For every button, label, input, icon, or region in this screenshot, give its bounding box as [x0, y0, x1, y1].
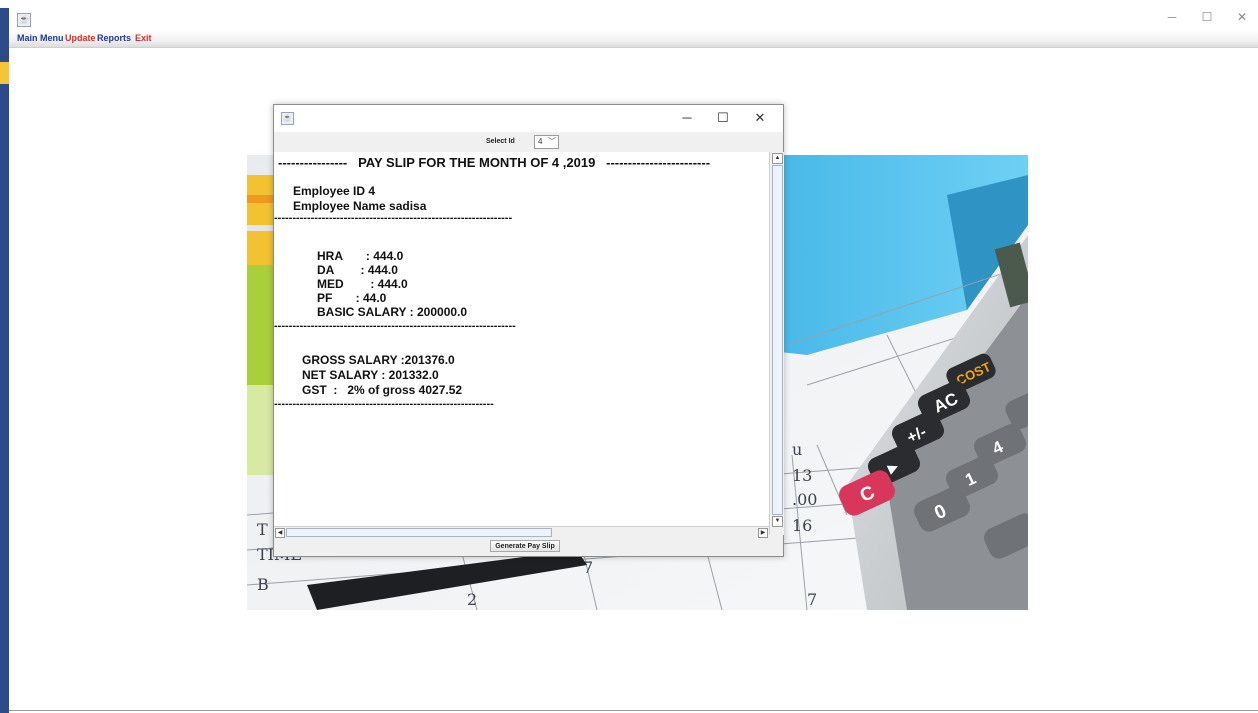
menu-exit[interactable]: Exit — [135, 33, 152, 43]
minimize-icon[interactable]: ─ — [1165, 10, 1179, 24]
hra-text: HRA : 444.0 — [317, 249, 404, 263]
maximize-icon[interactable]: ☐ — [1200, 10, 1214, 24]
separator-line: ----------------------------------------… — [274, 212, 513, 224]
net-salary-text: NET SALARY : 201332.0 — [302, 368, 439, 382]
svg-text:u: u — [792, 440, 802, 459]
horizontal-scrollbar[interactable]: ◀ ▶ — [274, 526, 769, 538]
svg-text:13: 13 — [792, 466, 812, 485]
menu-main-menu[interactable]: Main Menu — [17, 33, 64, 43]
menu-update[interactable]: Update — [65, 33, 96, 43]
vertical-scrollbar[interactable]: ▲ ▼ — [769, 152, 784, 535]
select-id-value: 4 — [538, 137, 543, 146]
close-icon[interactable]: ✕ — [1235, 10, 1249, 24]
java-app-icon: ☕ — [281, 112, 294, 125]
main-titlebar: ☕ ─ ☐ ✕ — [0, 0, 1258, 30]
close-icon[interactable]: ✕ — [752, 110, 768, 126]
scroll-right-icon[interactable]: ▶ — [758, 528, 768, 538]
employee-name-text: Employee Name sadisa — [293, 199, 427, 213]
dialog-titlebar: ☕ ─ ☐ ✕ — [274, 105, 783, 132]
svg-text:.00: .00 — [792, 490, 817, 509]
svg-text:T: T — [257, 520, 268, 539]
scroll-down-icon[interactable]: ▼ — [772, 516, 783, 527]
employee-id-text: Employee ID 4 — [293, 184, 376, 198]
generate-pay-slip-button[interactable]: Generate Pay Slip — [490, 540, 560, 552]
scroll-up-icon[interactable]: ▲ — [772, 153, 783, 164]
svg-text:7: 7 — [807, 590, 817, 609]
window-bottom-border — [9, 710, 1258, 711]
svg-text:B: B — [257, 575, 269, 594]
chevron-down-icon: ﹀ — [548, 137, 556, 146]
java-app-icon: ☕ — [17, 13, 31, 27]
separator-line: ----------------------------------------… — [274, 320, 516, 332]
vertical-scroll-thumb[interactable] — [772, 165, 783, 515]
select-id-label: Select Id — [486, 138, 515, 145]
select-id-row: Select Id 4 ﹀ — [274, 132, 783, 152]
separator-line: ----------------------------------------… — [274, 398, 494, 410]
gst-text: GST : 2% of gross 4027.52 — [302, 383, 463, 397]
menu-bar: Main Menu Update Reports Exit — [9, 30, 1258, 48]
maximize-icon[interactable]: ☐ — [715, 110, 731, 126]
menu-reports[interactable]: Reports — [97, 33, 131, 43]
pay-slip-heading: ---------------- PAY SLIP FOR THE MONTH … — [278, 155, 711, 170]
left-accent-marker — [0, 62, 9, 84]
scroll-left-icon[interactable]: ◀ — [275, 528, 285, 538]
minimize-icon[interactable]: ─ — [679, 110, 695, 125]
med-text: MED : 444.0 — [317, 277, 408, 291]
gross-salary-text: GROSS SALARY :201376.0 — [302, 353, 455, 367]
left-accent-bar — [0, 8, 9, 713]
svg-text:16: 16 — [792, 516, 812, 535]
pay-slip-dialog: ☕ ─ ☐ ✕ Select Id 4 ﹀ ---------------- P… — [273, 104, 784, 557]
pay-slip-text-area[interactable]: ---------------- PAY SLIP FOR THE MONTH … — [274, 152, 769, 526]
svg-text:2: 2 — [467, 590, 477, 609]
pf-text: PF : 44.0 — [317, 291, 387, 305]
da-text: DA : 444.0 — [317, 263, 398, 277]
select-id-dropdown[interactable]: 4 ﹀ — [534, 135, 559, 149]
basic-salary-text: BASIC SALARY : 200000.0 — [317, 305, 468, 319]
svg-text:7: 7 — [583, 558, 593, 577]
horizontal-scroll-thumb[interactable] — [286, 528, 552, 537]
